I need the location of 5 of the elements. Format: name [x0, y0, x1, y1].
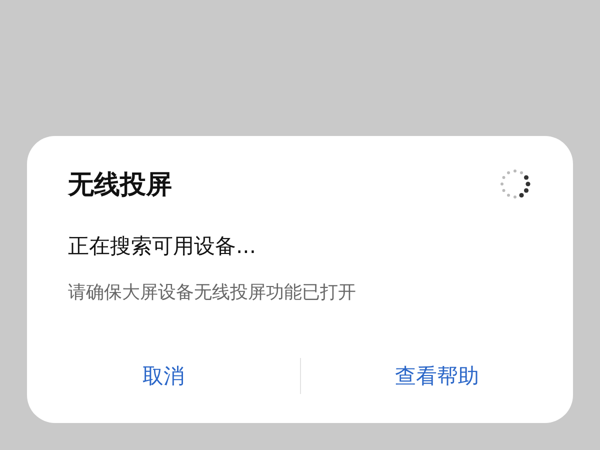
- hint-text: 请确保大屏设备无线投屏功能已打开: [68, 281, 357, 304]
- help-button[interactable]: 查看帮助: [300, 356, 573, 396]
- status-text: 正在搜索可用设备...: [68, 233, 258, 260]
- dialog-title: 无线投屏: [68, 168, 172, 202]
- cancel-button[interactable]: 取消: [27, 356, 300, 396]
